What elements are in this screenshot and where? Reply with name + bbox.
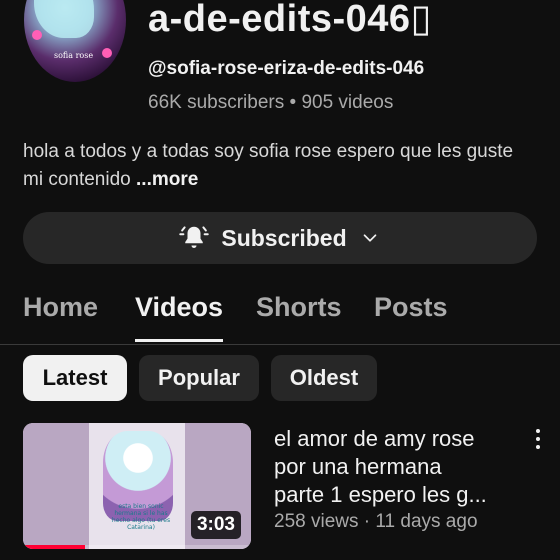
channel-tabs: Home Videos Shorts Posts — [0, 292, 560, 345]
avatar-tag: sofia rose — [54, 51, 94, 60]
video-count: 905 videos — [301, 92, 394, 113]
thumbnail-caption: esta bien sonic hermana si le has hecho … — [111, 503, 171, 531]
tab-videos[interactable]: Videos — [135, 292, 224, 342]
subscribed-label: Subscribed — [221, 224, 347, 251]
stats-separator: • — [289, 92, 297, 113]
chevron-down-icon — [363, 234, 376, 242]
chip-oldest[interactable]: Oldest — [271, 355, 377, 401]
video-meta: 258 views · 11 days ago — [274, 511, 478, 533]
channel-stats: 66K subscribers • 905 videos — [148, 92, 393, 114]
avatar-flower — [102, 48, 112, 58]
tab-posts[interactable]: Posts — [374, 292, 448, 342]
channel-title: a-de-edits-046▯ — [148, 0, 432, 40]
video-duration: 3:03 — [190, 511, 241, 539]
tab-shorts[interactable]: Shorts — [256, 292, 342, 342]
bell-icon — [179, 226, 210, 248]
subscribed-button[interactable]: Subscribed — [23, 212, 537, 264]
tab-home[interactable]: Home — [23, 292, 98, 342]
watch-progress-fill — [23, 545, 85, 549]
description-text: hola a todos y a todas soy sofia rose es… — [23, 141, 514, 190]
video-title-line: el amor de amy rose — [274, 426, 475, 451]
avatar-flower — [32, 30, 42, 40]
video-thumbnail[interactable]: esta bien sonic hermana si le has hecho … — [23, 423, 251, 549]
chip-popular[interactable]: Popular — [139, 355, 259, 401]
thumbnail-letterbox — [23, 423, 89, 549]
video-title-line: parte 1 espero les g... — [274, 482, 487, 507]
video-item[interactable]: esta bien sonic hermana si le has hecho … — [23, 423, 540, 553]
channel-handle: @sofia-rose-eriza-de-edits-046 — [148, 58, 425, 79]
video-title-line: por una hermana — [274, 454, 442, 479]
meta-separator: · — [363, 511, 371, 532]
chip-latest[interactable]: Latest — [23, 355, 127, 401]
watch-progress-bar — [23, 545, 251, 549]
subscriber-count: 66K subscribers — [148, 92, 285, 113]
channel-description[interactable]: hola a todos y a todas soy sofia rose es… — [23, 138, 538, 194]
more-link[interactable]: ...more — [136, 169, 198, 190]
view-count: 258 views — [274, 511, 359, 532]
video-title: el amor de amy rose por una hermana part… — [274, 425, 514, 509]
more-options-icon[interactable] — [526, 425, 550, 453]
channel-avatar[interactable]: sofia rose — [24, 0, 126, 82]
upload-age: 11 days ago — [375, 511, 478, 532]
avatar-art — [34, 0, 94, 38]
